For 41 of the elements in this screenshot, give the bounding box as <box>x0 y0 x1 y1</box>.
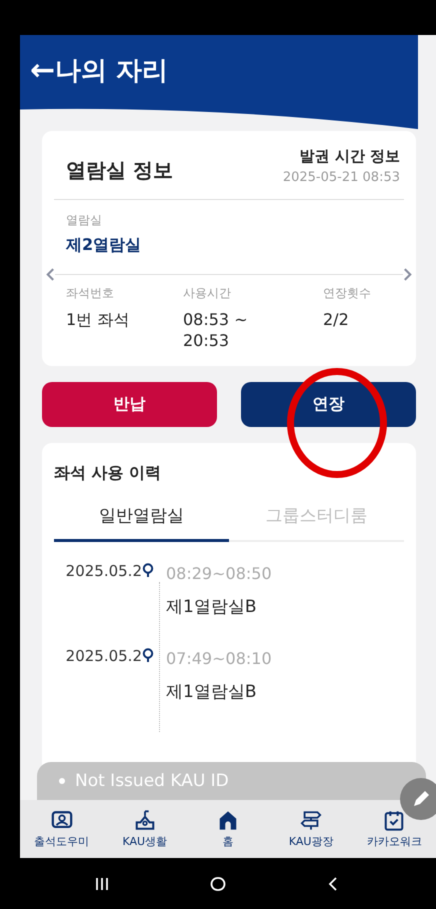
pin-icon <box>142 562 154 577</box>
nav-item[interactable]: KAU생활 <box>106 810 183 848</box>
nav-item[interactable]: 카카오워크 <box>356 810 432 848</box>
signpost-icon <box>300 810 322 830</box>
chevron-left-icon[interactable] <box>46 268 55 281</box>
edit-button[interactable] <box>400 778 436 820</box>
nav-item[interactable]: 홈 <box>190 810 266 848</box>
entry-date: 2025.05.2 <box>64 562 142 580</box>
field-label: 사용시간 <box>183 285 232 302</box>
entry-room: 제1열람실B <box>166 596 258 618</box>
page-title: 나의 자리 <box>55 55 168 88</box>
recent-apps-icon[interactable] <box>94 876 110 892</box>
extend-button[interactable]: 연장 <box>241 382 416 427</box>
field-label: 좌석번호 <box>66 285 115 302</box>
entry-time: 08:29~08:50 <box>166 564 272 583</box>
issue-label: 발권 시간 정보 <box>300 147 400 166</box>
section-title: 좌석 사용 이력 <box>54 462 162 484</box>
field-value: 1번 좌석 <box>66 310 130 331</box>
room-label: 열람실 <box>65 212 103 229</box>
entry-date: 2025.05.2 <box>64 646 142 665</box>
tab[interactable]: 일반열람실 <box>54 504 229 542</box>
dot-icon <box>59 778 65 784</box>
entry-room: 제1열람실B <box>166 680 258 703</box>
issue-time: 2025-05-21 08:53 <box>282 170 400 185</box>
nav-item[interactable]: KAU광장 <box>273 810 350 848</box>
return-button[interactable]: 반납 <box>42 382 217 427</box>
pin-icon <box>142 648 154 662</box>
card-title: 열람실 정보 <box>66 157 173 184</box>
field-value: 08:53 ~ 20:53 <box>183 310 249 352</box>
calendar-check-icon <box>383 810 406 830</box>
entry-time: 07:49~08:10 <box>166 648 272 668</box>
room-name: 제2열람실 <box>64 234 142 256</box>
building-icon <box>134 810 156 830</box>
field-label: 연장횟수 <box>323 285 371 302</box>
field-value: 2/2 <box>323 310 350 331</box>
chevron-right-icon[interactable] <box>403 268 412 281</box>
nav-item[interactable]: 출석도우미 <box>24 810 100 848</box>
back-button[interactable]: ← <box>30 56 56 86</box>
pencil-icon <box>411 789 431 809</box>
toast-text: Not Issued KAU ID <box>75 771 229 791</box>
portrait-icon <box>50 810 73 830</box>
